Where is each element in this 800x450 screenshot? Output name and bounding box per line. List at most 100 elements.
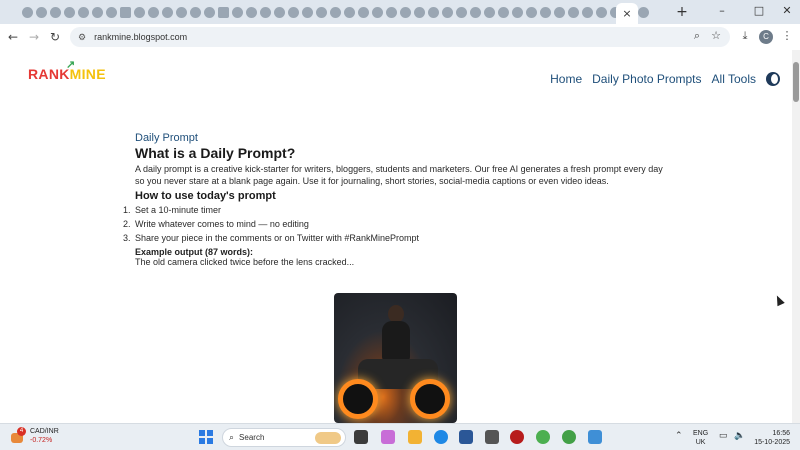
site-nav: Home Daily Photo Prompts All Tools	[550, 72, 780, 86]
copilot-icon[interactable]	[381, 430, 395, 444]
site-info-icon[interactable]: ⚙	[78, 32, 86, 43]
chrome-profile-icon[interactable]	[562, 430, 576, 444]
chrome-icon[interactable]	[536, 430, 550, 444]
ticker-change: -0.72%	[30, 437, 53, 444]
tab-favicon[interactable]	[190, 6, 201, 18]
tab-favicon[interactable]	[470, 6, 481, 18]
tab-favicon[interactable]	[344, 6, 355, 18]
page-scrollbar[interactable]	[792, 50, 800, 423]
tab-favicon[interactable]	[414, 6, 425, 18]
tab-favicon[interactable]	[316, 6, 327, 18]
tab-strip: × + – □ ✕	[0, 0, 800, 24]
tab-favicon[interactable]	[218, 6, 229, 18]
list-item: 3. Share your piece in the comments or on…	[123, 233, 419, 243]
profile-avatar[interactable]: C	[759, 30, 773, 44]
tab-favicon[interactable]	[540, 6, 551, 18]
zoom-icon[interactable]: ⌕	[689, 29, 705, 43]
tab-favicon[interactable]	[274, 6, 285, 18]
taskbar-search[interactable]: ⌕ Search	[222, 428, 346, 447]
notepad-icon[interactable]	[588, 430, 602, 444]
downloads-icon[interactable]: ⤓	[737, 29, 753, 43]
opera-icon[interactable]	[510, 430, 524, 444]
new-tab-button[interactable]: +	[674, 4, 690, 20]
tab-favicon[interactable]	[330, 6, 341, 18]
theme-toggle-icon[interactable]	[766, 72, 780, 86]
list-item: 2. Write whatever comes to mind — no edit…	[123, 219, 309, 229]
store-icon[interactable]	[459, 430, 473, 444]
tab-favicon[interactable]	[162, 6, 173, 18]
tab-favicon[interactable]	[400, 6, 411, 18]
site-logo[interactable]: RANKMINE ↗	[28, 59, 106, 82]
tab-favicon[interactable]	[148, 6, 159, 18]
url-text: rankmine.blogspot.com	[94, 32, 188, 42]
pinned-tab-favicons	[0, 6, 650, 18]
tab-favicon[interactable]	[386, 6, 397, 18]
display-icon[interactable]: ▭	[719, 430, 728, 441]
reload-icon[interactable]: ↻	[47, 29, 63, 45]
tab-favicon[interactable]	[260, 6, 271, 18]
tab-favicon[interactable]	[302, 6, 313, 18]
tab-favicon[interactable]	[78, 6, 89, 18]
ticker-widget[interactable]: 4 CAD/INR -0.72%	[10, 427, 59, 445]
tab-favicon[interactable]	[176, 6, 187, 18]
nav-all-tools[interactable]: All Tools	[712, 72, 756, 86]
tab-favicon[interactable]	[288, 6, 299, 18]
tab-favicon[interactable]	[428, 6, 439, 18]
minimize-button[interactable]: –	[714, 4, 730, 17]
scrollbar-thumb[interactable]	[793, 62, 799, 102]
tab-favicon[interactable]	[456, 6, 467, 18]
tab-favicon[interactable]	[568, 6, 579, 18]
tab-favicon[interactable]	[512, 6, 523, 18]
tab-favicon[interactable]	[358, 6, 369, 18]
nav-home[interactable]: Home	[550, 72, 582, 86]
tab-favicon[interactable]	[50, 6, 61, 18]
task-view-icon[interactable]	[354, 430, 368, 444]
file-explorer-icon[interactable]	[408, 430, 422, 444]
tab-favicon[interactable]	[638, 6, 649, 18]
tab-favicon[interactable]	[204, 6, 215, 18]
ticker-symbol: CAD/INR	[30, 428, 59, 435]
web-page: RANKMINE ↗ Home Daily Photo Prompts All …	[0, 50, 792, 423]
tab-favicon[interactable]	[498, 6, 509, 18]
tab-favicon[interactable]	[246, 6, 257, 18]
language-indicator[interactable]: ENG UK	[693, 429, 708, 447]
list-item: 1. Set a 10-minute timer	[123, 205, 222, 215]
back-arrow-icon[interactable]: ←	[5, 29, 21, 45]
address-bar-row: ← → ↻ ⚙ rankmine.blogspot.com ⌕ ☆ ⤓ ⋮	[0, 24, 800, 50]
maximize-button[interactable]: □	[751, 4, 767, 17]
tab-favicon[interactable]	[106, 6, 117, 18]
steps-list: 1. Set a 10-minute timer 2. Write whatever…	[123, 204, 665, 246]
tab-favicon[interactable]	[36, 6, 47, 18]
tab-favicon[interactable]	[596, 6, 607, 18]
app-icon[interactable]	[485, 430, 499, 444]
close-tab-icon[interactable]: ×	[622, 7, 631, 20]
nav-daily-photo-prompts[interactable]: Daily Photo Prompts	[592, 72, 701, 86]
bookmark-star-icon[interactable]: ☆	[708, 29, 724, 42]
prompt-photo[interactable]	[334, 293, 457, 423]
menu-kebab-icon[interactable]: ⋮	[779, 29, 795, 42]
tab-favicon[interactable]	[232, 6, 243, 18]
tab-favicon[interactable]	[554, 6, 565, 18]
tab-favicon[interactable]	[372, 6, 383, 18]
article-intro: A daily prompt is a creative kick-starte…	[135, 164, 663, 186]
tab-favicon[interactable]	[442, 6, 453, 18]
tab-favicon[interactable]	[120, 6, 131, 18]
tab-favicon[interactable]	[134, 6, 145, 18]
close-window-button[interactable]: ✕	[779, 4, 795, 17]
edge-icon[interactable]	[434, 430, 448, 444]
tab-favicon[interactable]	[22, 6, 33, 18]
volume-icon[interactable]: 🔈	[734, 430, 745, 441]
clock[interactable]: 16:56 15-10-2025	[752, 429, 790, 447]
tab-favicon[interactable]	[526, 6, 537, 18]
tab-favicon[interactable]	[582, 6, 593, 18]
clock-time: 16:56	[772, 430, 790, 437]
tab-favicon[interactable]	[64, 6, 75, 18]
tab-favicon[interactable]	[92, 6, 103, 18]
url-field[interactable]: ⚙ rankmine.blogspot.com	[70, 27, 730, 47]
ticker-icon: 4	[10, 427, 26, 444]
forward-arrow-icon[interactable]: →	[26, 29, 42, 45]
tray-overflow-icon[interactable]: ⌃	[675, 430, 683, 441]
start-button[interactable]	[199, 430, 213, 444]
tab-favicon[interactable]	[484, 6, 495, 18]
active-tab[interactable]: ×	[616, 3, 638, 24]
